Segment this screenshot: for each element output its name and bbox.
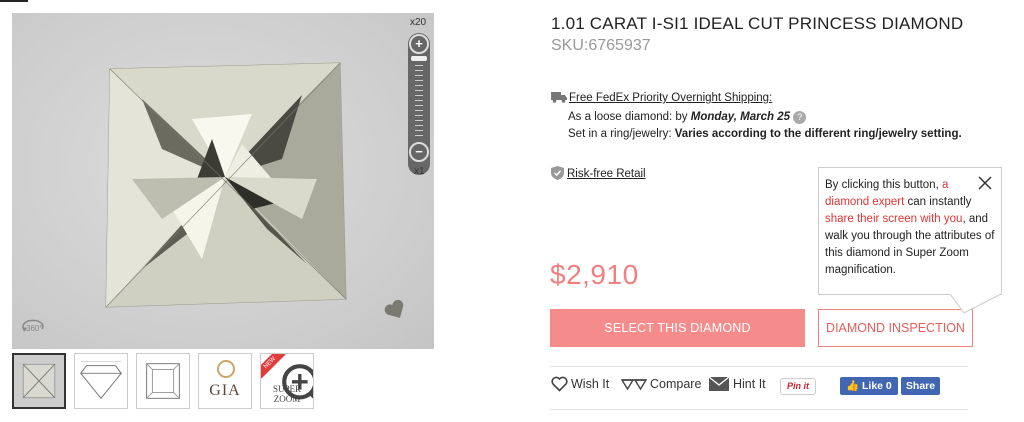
svg-text:360°: 360° xyxy=(26,324,43,333)
zoom-out-button[interactable]: − xyxy=(409,142,429,162)
ring-shipping: Set in a ring/jewelry: Varies according … xyxy=(568,128,962,140)
gia-seal-icon xyxy=(217,360,235,378)
close-icon[interactable] xyxy=(977,175,993,191)
divider xyxy=(550,409,968,410)
facebook-share-button[interactable]: Share xyxy=(901,377,940,395)
zoom-min-label: x1 xyxy=(414,166,425,177)
wish-it-button[interactable]: Wish It xyxy=(551,376,609,392)
compare-button[interactable]: Compare xyxy=(620,376,701,392)
thumbnail-photo[interactable] xyxy=(12,353,66,409)
diamond-image[interactable] xyxy=(102,59,348,311)
pinterest-button[interactable]: Pin it xyxy=(780,378,816,395)
gia-label: GIA xyxy=(209,382,241,399)
tooltip-pointer xyxy=(950,293,1002,314)
envelope-icon xyxy=(708,376,730,391)
zoom-max-label: x20 xyxy=(410,17,427,28)
loose-diamond-shipping: As a loose diamond: by Monday, March 25 … xyxy=(568,111,807,124)
compare-icon xyxy=(620,379,648,391)
heart-outline-icon xyxy=(551,376,568,392)
thumbnail-gia-certificate[interactable]: GIA xyxy=(198,353,252,409)
shipping-row: Free FedEx Priority Overnight Shipping: xyxy=(551,91,772,104)
risk-free-row: Risk-free Retail xyxy=(551,166,646,180)
thumbs-up-icon: 👍 xyxy=(846,380,860,392)
heart-icon[interactable] xyxy=(384,299,408,321)
360-view-icon[interactable]: 360° xyxy=(20,315,46,337)
thumbnail-super-zoom[interactable]: NEW SUPER ZOOM xyxy=(260,353,314,409)
truck-icon xyxy=(551,92,567,103)
product-price: $2,910 xyxy=(550,259,639,290)
facebook-like-button[interactable]: 👍 Like 0 xyxy=(840,377,898,395)
top-rule xyxy=(0,0,28,2)
product-sku: SKU:6765937 xyxy=(551,37,651,54)
loose-diamond-date: Monday, March 25 xyxy=(690,111,791,123)
zoom-ticks xyxy=(415,65,423,139)
inspection-tooltip: By clicking this button, a diamond exper… xyxy=(818,167,1002,295)
select-diamond-button[interactable]: SELECT THIS DIAMOND xyxy=(550,309,805,347)
shipping-link[interactable]: Free FedEx Priority Overnight Shipping: xyxy=(569,92,772,104)
hint-it-button[interactable]: Hint It xyxy=(708,376,766,392)
zoom-in-button[interactable]: + xyxy=(409,34,429,54)
product-title: 1.01 CARAT I-SI1 IDEAL CUT PRINCESS DIAM… xyxy=(551,14,964,33)
super-zoom-label: SUPER ZOOM xyxy=(272,384,301,404)
thumbnail-top-view[interactable] xyxy=(136,353,190,409)
help-icon[interactable]: ? xyxy=(793,111,807,124)
diamond-viewer[interactable]: + − x20 x1 360° xyxy=(12,13,434,349)
thumbnail-side-profile[interactable] xyxy=(74,353,128,409)
zoom-handle[interactable] xyxy=(411,56,427,61)
risk-free-link[interactable]: Risk-free Retail xyxy=(567,168,646,180)
divider xyxy=(550,366,968,367)
shield-icon xyxy=(551,166,564,180)
